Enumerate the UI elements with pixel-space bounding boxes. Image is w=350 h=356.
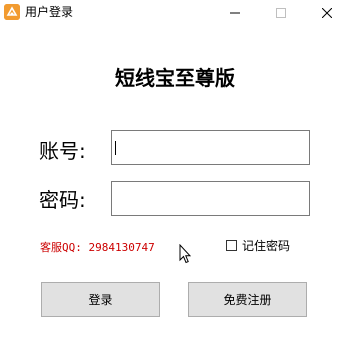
remember-password-checkbox[interactable]: 记住密码	[226, 237, 290, 254]
password-label: 密码:	[39, 188, 86, 212]
maximize-button[interactable]	[258, 0, 304, 26]
login-button[interactable]: 登录	[41, 282, 160, 317]
password-input[interactable]	[111, 181, 310, 216]
minimize-button[interactable]	[212, 0, 258, 26]
register-button[interactable]: 免费注册	[188, 282, 307, 317]
maximize-icon	[276, 8, 286, 18]
checkbox-box[interactable]	[226, 240, 237, 251]
login-window: 用户登录 短线宝至尊版 账号: 密码: 客服QQ: 2984130747 记住密…	[0, 0, 350, 356]
minimize-icon	[230, 12, 240, 14]
customer-service-qq: 客服QQ: 2984130747	[40, 241, 155, 254]
mouse-pointer-icon	[179, 243, 192, 268]
product-title: 短线宝至尊版	[115, 66, 235, 90]
close-icon	[322, 8, 332, 18]
close-button[interactable]	[304, 0, 350, 26]
account-label: 账号:	[39, 139, 86, 163]
title-bar: 用户登录	[0, 0, 350, 26]
account-input[interactable]	[111, 130, 310, 165]
window-title: 用户登录	[25, 5, 74, 19]
text-caret	[115, 141, 116, 155]
app-icon	[4, 4, 20, 20]
remember-password-label[interactable]: 记住密码	[242, 237, 290, 254]
